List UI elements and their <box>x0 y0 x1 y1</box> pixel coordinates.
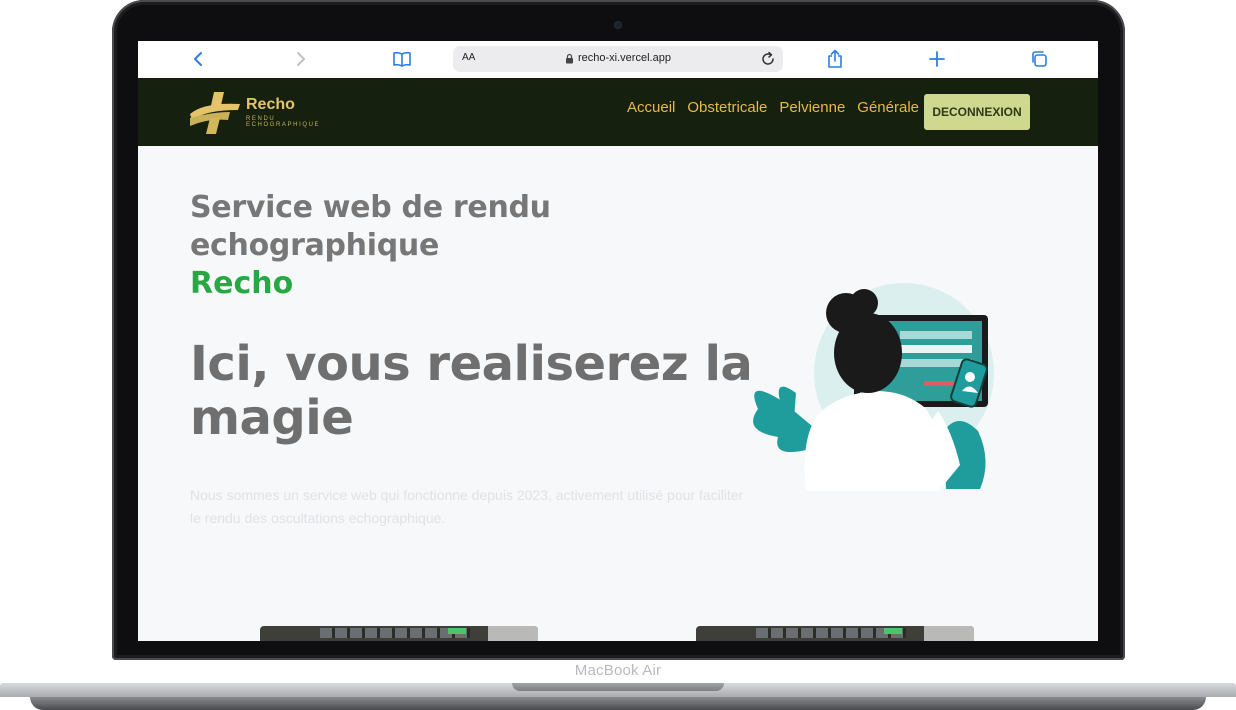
share-icon <box>828 49 842 68</box>
browser-toolbar: AA recho-xi.vercel.app <box>138 41 1098 79</box>
device-label: MacBook Air <box>574 662 662 679</box>
nav-link-accueil[interactable]: Accueil <box>627 99 675 116</box>
chevron-left-icon <box>194 52 202 66</box>
book-icon <box>393 51 411 67</box>
logo-tagline: RENDU ECHOGRAPHIQUE <box>246 116 321 128</box>
bookmarks-button[interactable] <box>390 48 414 70</box>
url-field[interactable]: recho-xi.vercel.app <box>565 52 671 64</box>
reader-button[interactable]: AA <box>462 52 475 63</box>
logout-button[interactable]: DECONNEXION <box>924 94 1030 130</box>
hero-brand: Recho <box>190 266 294 301</box>
hero-description: Nous sommes un service web qui fonctionn… <box>190 487 744 526</box>
nav-link-generale[interactable]: Générale <box>857 99 919 116</box>
doctor-illustration <box>753 283 994 491</box>
site-navbar: Recho RENDU ECHOGRAPHIQUE Accueil Obstet… <box>138 78 1098 146</box>
nav-link-pelvienne[interactable]: Pelvienne <box>779 99 845 116</box>
chevron-right-icon <box>297 52 305 66</box>
site-logo[interactable]: Recho RENDU ECHOGRAPHIQUE <box>190 88 350 138</box>
trackpad-notch <box>512 683 724 691</box>
tabs-icon <box>1032 51 1047 67</box>
recho-logo-icon <box>190 92 240 134</box>
preview-image-1 <box>260 626 538 641</box>
back-button[interactable] <box>188 48 208 70</box>
lock-icon <box>566 53 573 63</box>
preview-image-2 <box>696 626 974 641</box>
camera-icon <box>615 22 621 28</box>
tabs-button[interactable] <box>1028 48 1050 70</box>
plus-icon <box>929 51 945 67</box>
reload-icon[interactable] <box>759 50 777 68</box>
laptop-base <box>0 683 1236 710</box>
nav-link-obstetricale[interactable]: Obstetricale <box>687 99 767 116</box>
share-button[interactable] <box>824 48 846 70</box>
logo-name: Recho <box>246 96 295 113</box>
hero-tagline: Ici, vous realiserez la magie <box>190 336 753 446</box>
new-tab-button[interactable] <box>926 48 948 70</box>
url-text: recho-xi.vercel.app <box>578 52 671 64</box>
address-bar[interactable]: AA recho-xi.vercel.app <box>453 46 783 72</box>
hero-title: Service web de rendu echographique <box>190 190 551 263</box>
browser-screen: AA recho-xi.vercel.app Recho RENDU ECHOG… <box>138 41 1098 641</box>
forward-button[interactable] <box>291 48 311 70</box>
nav-links: Accueil Obstetricale Pelvienne Générale <box>627 99 919 116</box>
